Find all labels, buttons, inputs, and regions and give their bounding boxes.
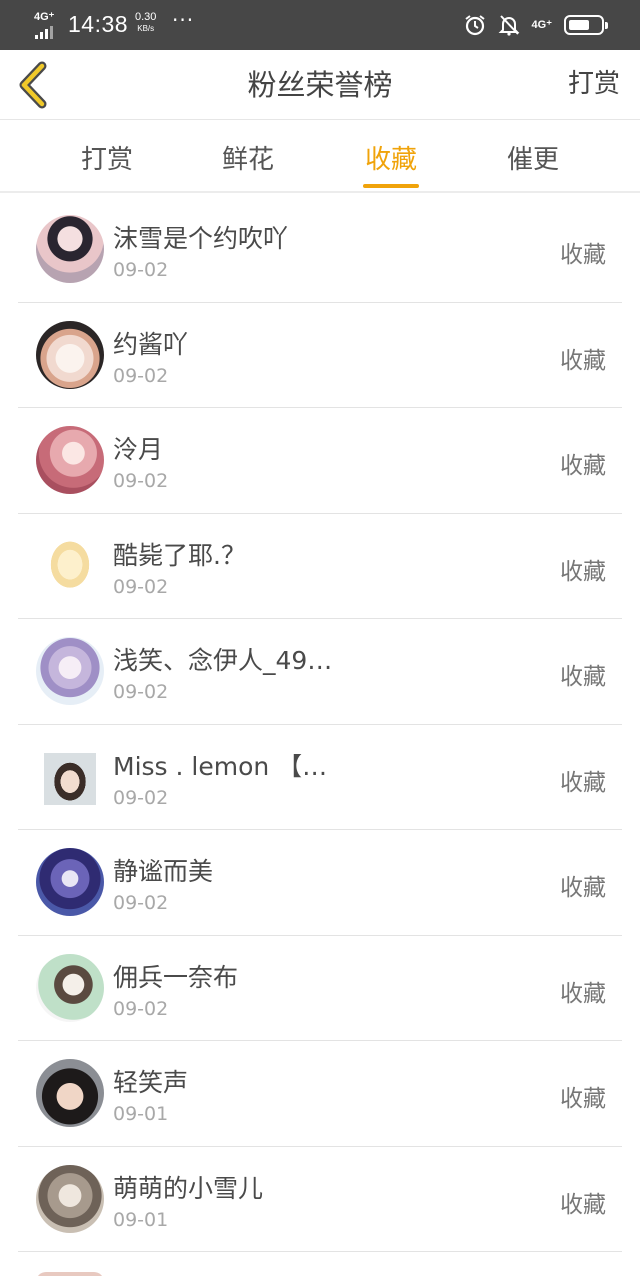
battery-icon — [564, 15, 608, 35]
reward-button[interactable]: 打赏 — [568, 63, 620, 100]
list-item[interactable]: 佣兵一奈布 09-02 收藏 — [18, 936, 622, 1041]
list-item[interactable]: 静谧而美 09-02 收藏 — [18, 830, 622, 936]
user-name: 静谧而美 — [113, 857, 214, 886]
page-title: 粉丝荣誉榜 — [247, 68, 393, 102]
tab-bar: 打赏 鲜花 收藏 催更 — [0, 121, 640, 193]
tab-reward[interactable]: 打赏 — [47, 139, 167, 176]
list-item[interactable]: 浅笑、念伊人_49… 09-02 收藏 — [18, 619, 622, 725]
action-type-label: 收藏 — [560, 980, 606, 1007]
user-name: 酷毙了耶.？ — [113, 540, 246, 570]
status-bar: 4G⁺ 14:38 0.30 KB/s ··· 4G⁺ — [0, 0, 640, 50]
list-item[interactable]: 约酱吖 09-02 收藏 — [18, 303, 622, 408]
user-date: 09-02 — [113, 575, 169, 598]
avatar — [36, 637, 104, 705]
status-icons: 4G⁺ — [464, 13, 608, 37]
user-name: 轻笑声 — [113, 1068, 189, 1097]
tab-active-indicator — [363, 184, 419, 188]
network-speed-unit: KB/s — [137, 24, 155, 33]
user-name: 沫雪是个约吹吖 — [113, 224, 289, 253]
bell-off-icon — [498, 15, 519, 36]
user-date: 09-02 — [113, 364, 169, 387]
signal-icon: 4G⁺ — [34, 11, 62, 39]
network-speed-value: 0.30 — [135, 11, 157, 23]
list-item[interactable]: 沫雪是个约吹吖 09-02 收藏 — [18, 197, 622, 303]
list-item[interactable]: 泠月 09-02 收藏 — [18, 408, 622, 514]
list-item[interactable]: 酷毙了耶.？ 09-02 收藏 — [18, 514, 622, 619]
tab-flowers[interactable]: 鲜花 — [188, 139, 308, 176]
user-date: 09-02 — [113, 997, 169, 1020]
action-type-label: 收藏 — [560, 453, 606, 479]
tab-favorites[interactable]: 收藏 — [331, 139, 451, 176]
tab-urge-update[interactable]: 催更 — [473, 139, 593, 176]
network-type-right: 4G⁺ — [531, 19, 552, 31]
alarm-icon — [464, 15, 485, 36]
action-type-label: 收藏 — [560, 558, 606, 585]
user-name: 浅笑、念伊人_49… — [113, 646, 333, 675]
user-date: 09-01 — [113, 1103, 169, 1125]
user-date: 09-02 — [113, 259, 169, 281]
avatar — [36, 426, 104, 494]
action-type-label: 收藏 — [560, 347, 606, 374]
fan-list: 沫雪是个约吹吖 09-02 收藏 约酱吖 09-02 收藏 泠月 09-02 收… — [0, 197, 640, 1252]
avatar — [44, 752, 96, 805]
user-date: 09-01 — [113, 1208, 169, 1231]
list-item[interactable]: 轻笑声 09-01 收藏 — [18, 1041, 622, 1147]
action-type-label: 收藏 — [560, 769, 606, 796]
user-date: 09-02 — [113, 681, 169, 703]
more-notifications-icon: ··· — [172, 8, 195, 32]
action-type-label: 收藏 — [560, 875, 606, 901]
user-name: 佣兵一奈布 — [113, 962, 239, 992]
action-type-label: 收藏 — [560, 664, 606, 690]
avatar — [36, 1164, 104, 1233]
user-name: 泠月 — [113, 435, 164, 464]
avatar — [36, 320, 104, 389]
list-item[interactable]: Miss . lemon 【… 09-02 收藏 — [18, 725, 622, 830]
avatar — [36, 1272, 104, 1276]
user-name: Miss . lemon 【… — [113, 751, 328, 781]
avatar — [36, 531, 104, 600]
user-date: 09-02 — [113, 892, 169, 914]
list-item[interactable]: 萌萌的小雪儿 09-01 收藏 — [18, 1147, 622, 1252]
action-type-label: 收藏 — [560, 1086, 606, 1112]
user-name: 约酱吖 — [113, 329, 189, 359]
nav-bar: 粉丝荣誉榜 打赏 — [0, 50, 640, 120]
network-type-left: 4G⁺ — [34, 11, 55, 23]
user-date: 09-02 — [113, 786, 169, 809]
user-name: 萌萌的小雪儿 — [113, 1173, 264, 1203]
avatar — [36, 215, 104, 283]
avatar — [36, 848, 104, 916]
network-speed: 0.30 KB/s — [135, 12, 156, 34]
avatar — [36, 953, 104, 1022]
action-type-label: 收藏 — [560, 1191, 606, 1218]
user-date: 09-02 — [113, 470, 169, 492]
clock: 14:38 — [68, 11, 129, 37]
action-type-label: 收藏 — [560, 242, 606, 268]
avatar — [36, 1059, 104, 1127]
